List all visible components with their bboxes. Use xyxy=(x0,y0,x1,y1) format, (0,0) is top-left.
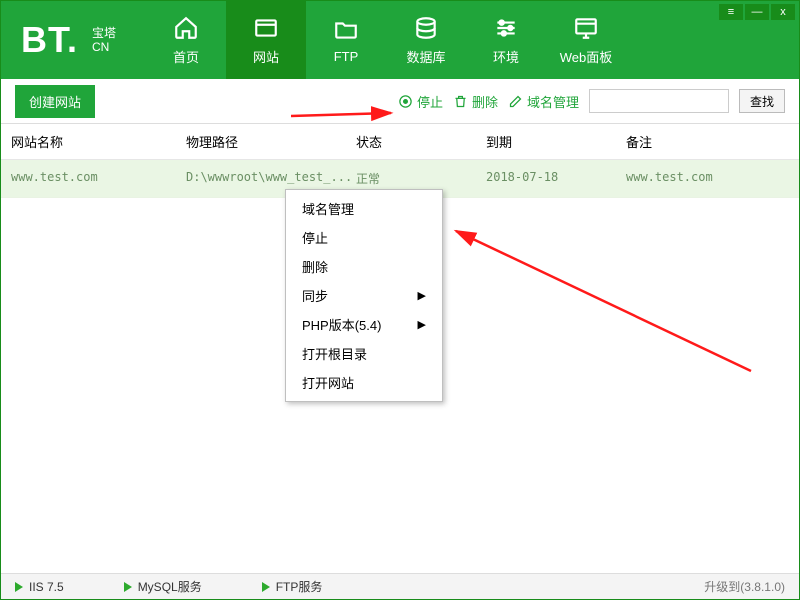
nav-database-label: 数据库 xyxy=(406,47,445,66)
site-table: 网站名称 物理路径 状态 到期 备注 www.test.com D:\wwwro… xyxy=(1,123,799,198)
upgrade-link[interactable]: 升级到(3.8.1.0) xyxy=(704,578,785,595)
domain-action[interactable]: 域名管理 xyxy=(508,92,579,111)
nav-panel-label: Web面板 xyxy=(560,47,613,66)
col-status[interactable]: 状态 xyxy=(346,124,476,159)
nav-env-label: 环境 xyxy=(493,47,519,66)
ctx-domain-label: 域名管理 xyxy=(302,199,354,218)
logo: BT. 宝塔 CN xyxy=(1,1,146,79)
delete-action[interactable]: 删除 xyxy=(453,92,498,111)
search-input[interactable] xyxy=(589,89,729,113)
main-nav: 首页 网站 FTP 数据库 环境 Web面板 xyxy=(146,1,626,79)
edit-icon xyxy=(508,94,523,109)
panel-icon xyxy=(571,15,601,41)
col-path[interactable]: 物理路径 xyxy=(176,124,346,159)
toolbar: 创建网站 停止 删除 域名管理 查找 xyxy=(1,79,799,123)
nav-database[interactable]: 数据库 xyxy=(386,1,466,79)
folder-icon xyxy=(331,17,361,43)
play-icon xyxy=(15,582,23,592)
nav-panel[interactable]: Web面板 xyxy=(546,1,626,79)
ctx-open-site[interactable]: 打开网站 xyxy=(286,368,442,397)
chevron-right-icon: ▶ xyxy=(418,318,426,331)
play-icon xyxy=(124,582,132,592)
trash-icon xyxy=(453,94,468,109)
cell-expire: 2018-07-18 xyxy=(476,160,616,197)
chevron-right-icon: ▶ xyxy=(418,289,426,302)
nav-site[interactable]: 网站 xyxy=(226,1,306,79)
search-button[interactable]: 查找 xyxy=(739,89,785,113)
service-ftp-label: FTP服务 xyxy=(276,578,323,595)
stop-action[interactable]: 停止 xyxy=(398,92,443,111)
service-iis-label: IIS 7.5 xyxy=(29,580,64,594)
close-button[interactable]: x xyxy=(771,4,795,20)
ctx-php-label: PHP版本(5.4) xyxy=(302,315,381,334)
home-icon xyxy=(171,15,201,41)
app-header: BT. 宝塔 CN 首页 网站 FTP 数据库 环境 Web面板 xyxy=(1,1,799,79)
col-remark[interactable]: 备注 xyxy=(616,124,799,159)
status-bar: IIS 7.5 MySQL服务 FTP服务 升级到(3.8.1.0) xyxy=(1,573,799,599)
nav-ftp[interactable]: FTP xyxy=(306,1,386,79)
service-mysql[interactable]: MySQL服务 xyxy=(124,578,202,595)
domain-action-label: 域名管理 xyxy=(527,92,579,111)
logo-main: BT xyxy=(21,19,67,60)
annotation-arrow-bottom xyxy=(441,221,761,381)
ctx-open-site-label: 打开网站 xyxy=(302,373,354,392)
cell-remark: www.test.com xyxy=(616,160,799,197)
window-controls: ≡ — x xyxy=(717,4,795,20)
nav-home[interactable]: 首页 xyxy=(146,1,226,79)
ctx-domain[interactable]: 域名管理 xyxy=(286,194,442,223)
menu-button[interactable]: ≡ xyxy=(719,4,743,20)
nav-home-label: 首页 xyxy=(173,47,199,66)
stop-icon xyxy=(398,94,413,109)
cell-name: www.test.com xyxy=(1,160,176,197)
ctx-delete[interactable]: 删除 xyxy=(286,252,442,281)
col-expire[interactable]: 到期 xyxy=(476,124,616,159)
ctx-stop-label: 停止 xyxy=(302,228,328,247)
logo-dot: . xyxy=(67,19,78,60)
stop-action-label: 停止 xyxy=(417,92,443,111)
ctx-open-root-label: 打开根目录 xyxy=(302,344,367,363)
logo-subtitle-top: 宝塔 xyxy=(92,26,116,40)
ctx-open-root[interactable]: 打开根目录 xyxy=(286,339,442,368)
service-mysql-label: MySQL服务 xyxy=(138,578,202,595)
nav-env[interactable]: 环境 xyxy=(466,1,546,79)
logo-subtitle-bottom: CN xyxy=(92,40,116,54)
service-iis[interactable]: IIS 7.5 xyxy=(15,580,64,594)
context-menu: 域名管理 停止 删除 同步 ▶ PHP版本(5.4) ▶ 打开根目录 打开网站 xyxy=(285,189,443,402)
ctx-delete-label: 删除 xyxy=(302,257,328,276)
create-site-button[interactable]: 创建网站 xyxy=(15,85,95,118)
delete-action-label: 删除 xyxy=(472,92,498,111)
play-icon xyxy=(262,582,270,592)
ctx-sync-label: 同步 xyxy=(302,286,328,305)
database-icon xyxy=(411,15,441,41)
ctx-sync[interactable]: 同步 ▶ xyxy=(286,281,442,310)
ctx-php[interactable]: PHP版本(5.4) ▶ xyxy=(286,310,442,339)
col-name[interactable]: 网站名称 xyxy=(1,124,176,159)
site-icon xyxy=(251,15,281,41)
minimize-button[interactable]: — xyxy=(745,4,769,20)
ctx-stop[interactable]: 停止 xyxy=(286,223,442,252)
nav-ftp-label: FTP xyxy=(334,49,359,64)
table-header: 网站名称 物理路径 状态 到期 备注 xyxy=(1,124,799,160)
nav-site-label: 网站 xyxy=(253,47,279,66)
service-ftp[interactable]: FTP服务 xyxy=(262,578,323,595)
sliders-icon xyxy=(491,15,521,41)
